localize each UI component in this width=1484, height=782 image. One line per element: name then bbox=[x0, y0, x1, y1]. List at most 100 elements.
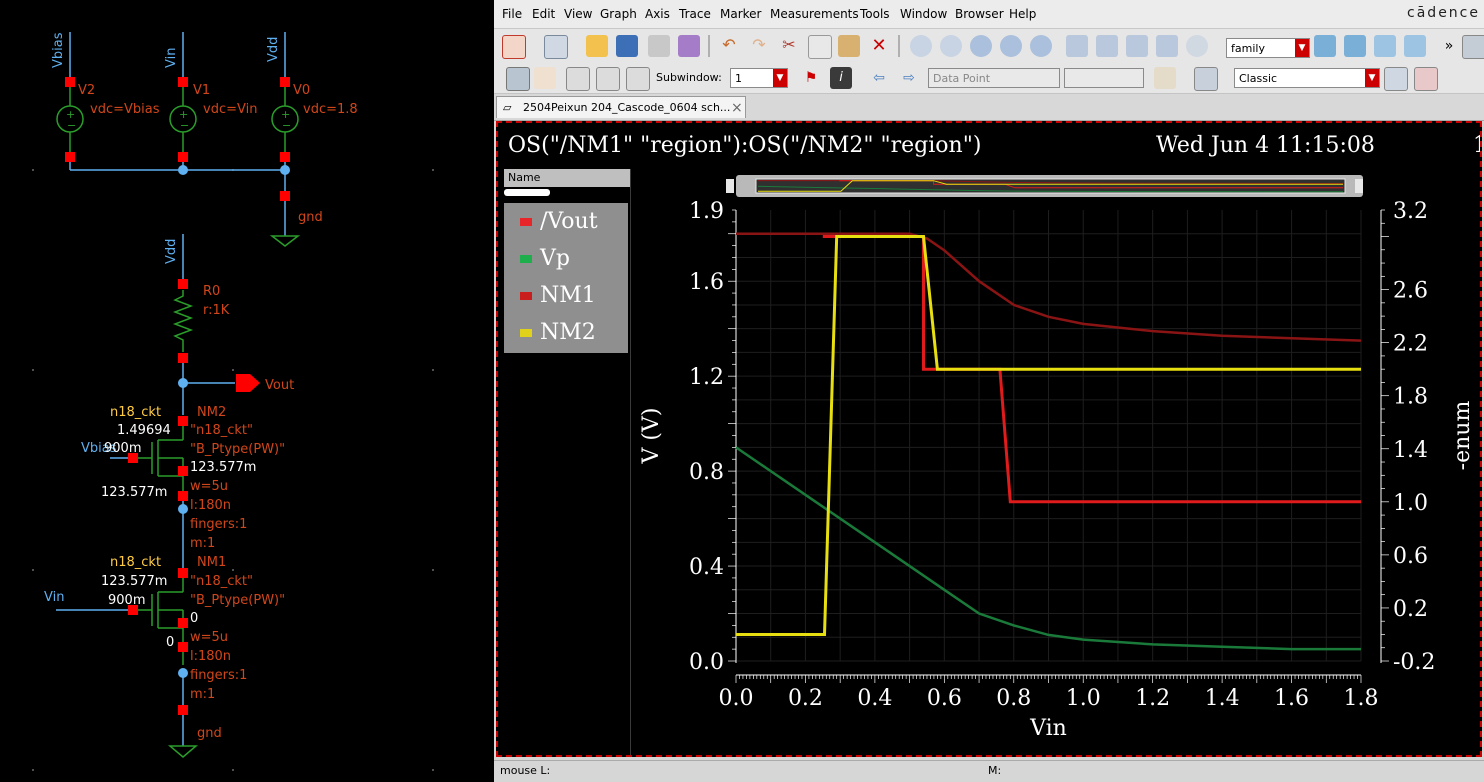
arrow-right-icon[interactable]: ⇨ bbox=[898, 67, 920, 89]
grid-icon[interactable] bbox=[1462, 35, 1484, 59]
tab-label: 2504Peixun 204_Cascode_0604 sch... bbox=[523, 101, 731, 114]
open-icon[interactable] bbox=[586, 35, 608, 57]
zoom-icon[interactable] bbox=[970, 35, 992, 57]
tile-icon[interactable] bbox=[626, 67, 650, 91]
waveform-chart[interactable]: 0.0 0.2 0.4 0.6 0.8 1.0 1.2 1.4 1.6 1.8 0.0 0.4 0.8 1… bbox=[633, 169, 1473, 751]
tab-bar: ▱ 2504Peixun 204_Cascode_0604 sch... × bbox=[494, 94, 1484, 121]
pan-icon[interactable] bbox=[1156, 35, 1178, 57]
palette-icon[interactable] bbox=[534, 67, 556, 89]
zoom-x-icon[interactable] bbox=[1066, 35, 1088, 57]
nm1-multiplier: m:1 bbox=[190, 687, 215, 702]
strip-chart-icon[interactable] bbox=[1314, 35, 1336, 57]
toolbar-secondary: Subwindow: 1 ▼ ⚑ i ⇦ ⇨ Data Point Classi… bbox=[494, 63, 1484, 94]
toolbar-separator bbox=[708, 35, 710, 57]
search-icon[interactable] bbox=[1186, 35, 1208, 57]
copy-icon[interactable] bbox=[808, 35, 832, 59]
gnd-label-bottom: gnd bbox=[197, 726, 222, 741]
menu-measurements[interactable]: Measurements bbox=[770, 7, 859, 21]
undo-icon[interactable]: ↶ bbox=[718, 35, 740, 57]
zoom-in-icon[interactable] bbox=[1000, 35, 1022, 57]
menu-window[interactable]: Window bbox=[900, 7, 947, 21]
style-select[interactable]: Classic ▼ bbox=[1234, 68, 1380, 88]
schematic-canvas[interactable]: +− +− +− gnd Vbias Vin Vdd V2 vdc=Vbias … bbox=[0, 0, 494, 782]
menu-edit[interactable]: Edit bbox=[532, 7, 555, 21]
menu-marker[interactable]: Marker bbox=[720, 7, 761, 21]
redo-icon[interactable]: ↷ bbox=[748, 35, 770, 57]
flag-icon[interactable]: ⚑ bbox=[800, 67, 822, 89]
rows-icon[interactable] bbox=[566, 67, 590, 91]
zoom-all-icon[interactable] bbox=[940, 35, 962, 57]
menu-help[interactable]: Help bbox=[1009, 7, 1036, 21]
legend-item-nm2[interactable]: NM2 bbox=[520, 320, 596, 348]
plot-title: OS("/NM1" "region"):OS("/NM2" "region") bbox=[508, 133, 982, 158]
source-name-v1: V1 bbox=[193, 83, 210, 98]
plot-panel[interactable]: OS("/NM1" "region"):OS("/NM2" "region") … bbox=[496, 121, 1482, 757]
source-value-v1: vdc=Vin bbox=[203, 102, 257, 117]
print-icon[interactable] bbox=[648, 35, 670, 57]
tab-schematic[interactable]: ▱ 2504Peixun 204_Cascode_0604 sch... × bbox=[496, 96, 746, 118]
calculator-icon[interactable] bbox=[1194, 67, 1218, 91]
select-icon[interactable] bbox=[506, 67, 530, 91]
nm2-vd: 1.49694 bbox=[117, 423, 171, 438]
menu-graph[interactable]: Graph bbox=[600, 7, 637, 21]
nm2-vs: 123.577m bbox=[190, 460, 256, 475]
legend-label: NM2 bbox=[540, 320, 596, 345]
close-icon[interactable]: × bbox=[731, 97, 743, 119]
nm1-vg: 900m bbox=[108, 593, 145, 608]
zoom-xy-icon[interactable] bbox=[1126, 35, 1148, 57]
bar-chart-icon[interactable] bbox=[1154, 67, 1176, 89]
more-icon[interactable]: » bbox=[1438, 35, 1460, 57]
output-pin-symbol[interactable] bbox=[236, 374, 260, 392]
net-label-vbias: Vbias bbox=[51, 32, 66, 68]
waveform-viewer-window[interactable]: File Edit View Graph Axis Trace Marker M… bbox=[494, 0, 1484, 782]
nm2-model: n18_ckt bbox=[110, 405, 161, 420]
zoom-out-icon[interactable] bbox=[1030, 35, 1052, 57]
y-tick-label: 0.8 bbox=[689, 460, 724, 485]
subwindow-icon[interactable] bbox=[544, 35, 568, 59]
legend-scrollbar[interactable] bbox=[504, 189, 550, 196]
x-tick-label: 0.0 bbox=[719, 686, 754, 711]
subwindow-select[interactable]: 1 ▼ bbox=[730, 68, 788, 88]
camera-icon[interactable] bbox=[678, 35, 700, 57]
menu-trace[interactable]: Trace bbox=[679, 7, 711, 21]
menu-bar: File Edit View Graph Axis Trace Marker M… bbox=[494, 0, 1484, 29]
datapoint-select[interactable]: Data Point bbox=[928, 68, 1060, 88]
stack-icon[interactable] bbox=[1344, 35, 1366, 57]
menu-browser[interactable]: Browser bbox=[955, 7, 1004, 21]
menu-axis[interactable]: Axis bbox=[645, 7, 670, 21]
columns-icon[interactable] bbox=[596, 67, 620, 91]
nm1-bulk: "B_Ptype(PW)" bbox=[190, 593, 285, 608]
legend-item-nm1[interactable]: NM1 bbox=[520, 283, 596, 311]
delete-icon[interactable]: ✕ bbox=[868, 35, 890, 57]
remove-style-icon[interactable] bbox=[1414, 67, 1438, 91]
legend-item-vp[interactable]: Vp bbox=[520, 246, 570, 274]
save-icon[interactable] bbox=[616, 35, 638, 57]
nm2-multiplier: m:1 bbox=[190, 536, 215, 551]
trace-legend-panel[interactable]: Name /Vout Vp NM1 NM2 bbox=[504, 169, 631, 755]
info-icon[interactable]: i bbox=[830, 67, 852, 89]
family-select[interactable]: family ▼ bbox=[1226, 38, 1310, 58]
legend-item-vout[interactable]: /Vout bbox=[520, 209, 598, 237]
svg-text:−: − bbox=[67, 119, 76, 132]
apply-style-icon[interactable] bbox=[1384, 67, 1408, 91]
cut-icon[interactable]: ✂ bbox=[778, 35, 800, 57]
nm2-length: l:180n bbox=[190, 498, 231, 513]
zoom-fit-icon[interactable] bbox=[910, 35, 932, 57]
pins-top bbox=[65, 77, 290, 201]
zoom-y-icon[interactable] bbox=[1096, 35, 1118, 57]
add-graph-icon[interactable] bbox=[1404, 35, 1426, 57]
datapoint-value-field[interactable] bbox=[1064, 68, 1144, 88]
legend-label: Vp bbox=[540, 246, 570, 271]
menu-view[interactable]: View bbox=[564, 7, 592, 21]
overlay-icon[interactable] bbox=[1374, 35, 1396, 57]
new-window-icon[interactable] bbox=[502, 35, 526, 59]
arrow-left-icon[interactable]: ⇦ bbox=[868, 67, 890, 89]
menu-tools[interactable]: Tools bbox=[860, 7, 890, 21]
nm1-vs: 0 bbox=[190, 611, 198, 626]
schematic-window[interactable]: + − + − + − gnd Vbias Vin Vdd V2 vdc=Vbias … bbox=[0, 0, 494, 782]
menu-file[interactable]: File bbox=[502, 7, 522, 21]
x-tick-label: 1.2 bbox=[1135, 686, 1170, 711]
x-tick-label: 0.6 bbox=[927, 686, 962, 711]
paste-icon[interactable] bbox=[838, 35, 860, 57]
y-tick-label: 0.0 bbox=[689, 650, 724, 675]
